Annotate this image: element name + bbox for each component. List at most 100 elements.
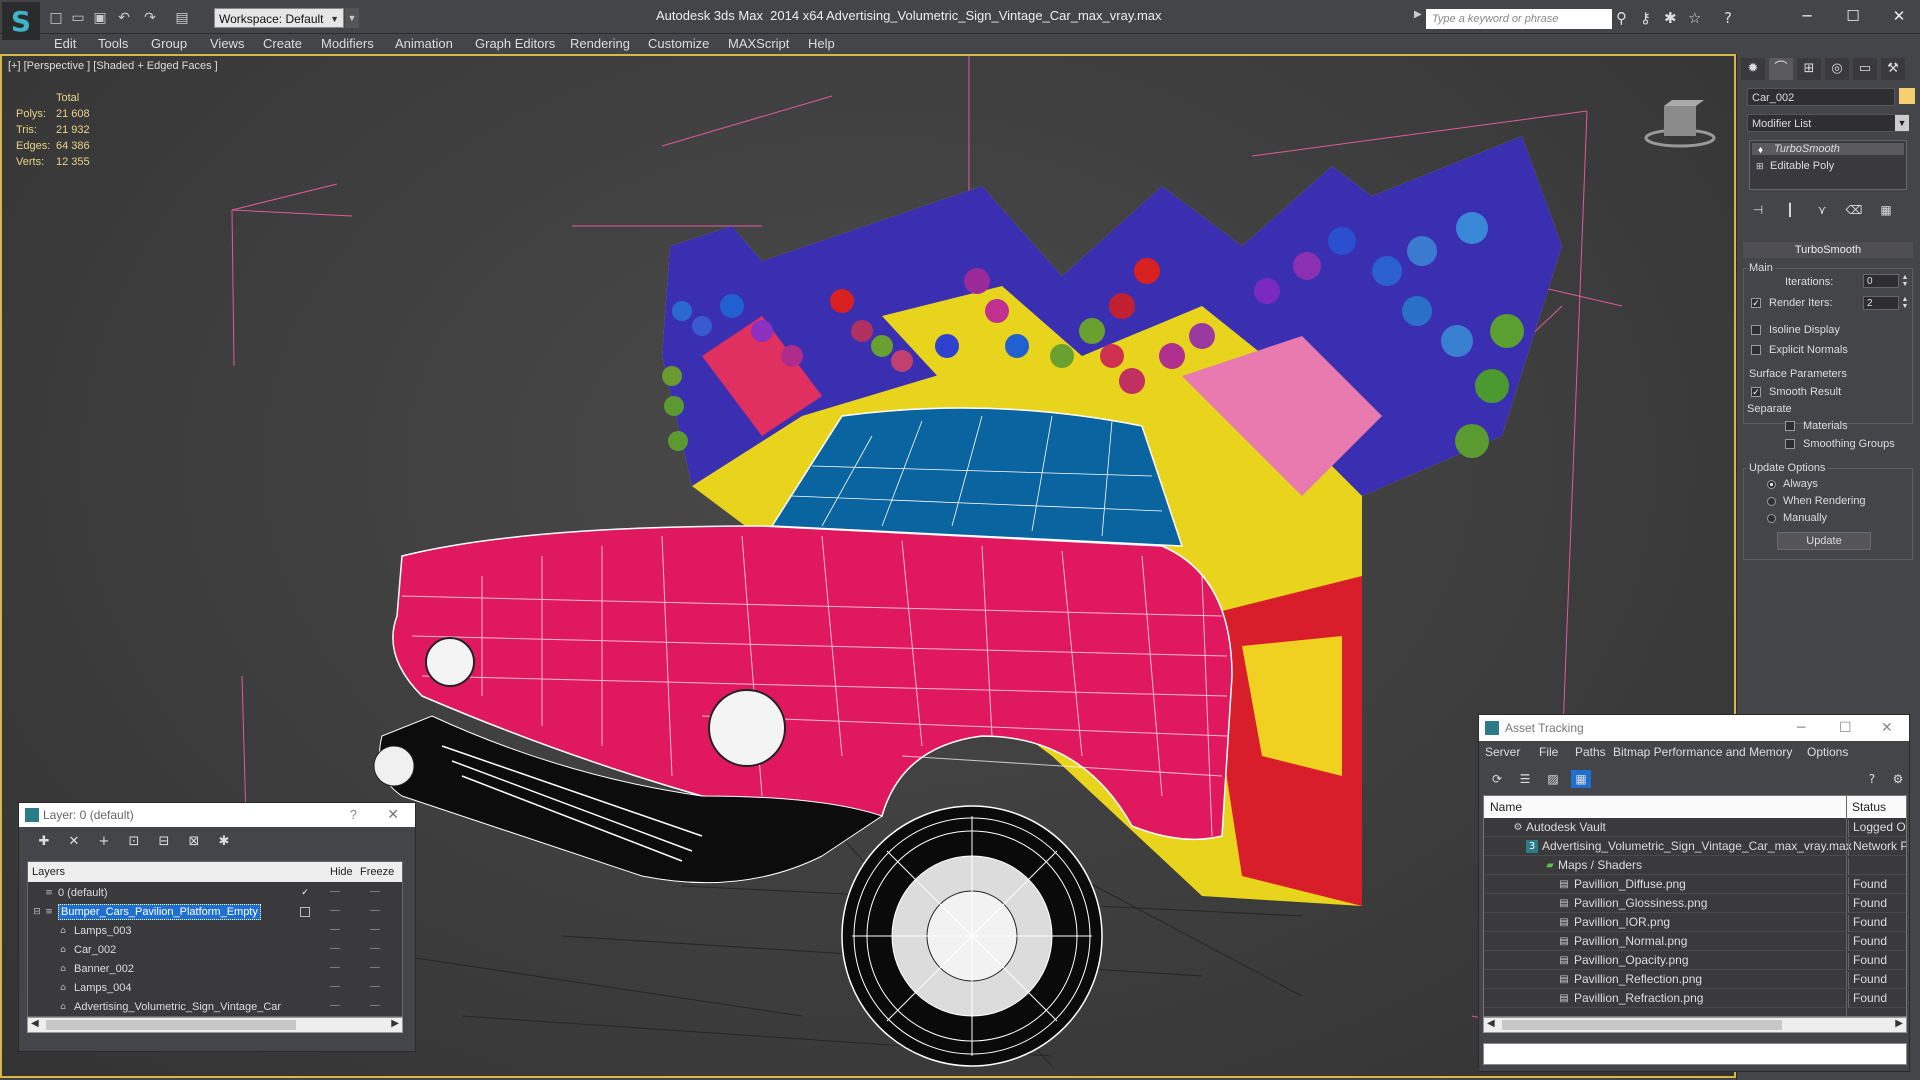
scroll-left-icon[interactable]: ◀	[31, 1018, 39, 1029]
menu-views[interactable]: Views	[210, 36, 244, 51]
hide-all-icon[interactable]: ⊠	[183, 833, 205, 851]
status-column-header[interactable]: Status	[1852, 800, 1886, 814]
save-file-icon[interactable]: ▣	[90, 8, 110, 28]
layer-row[interactable]: ≡ 0 (default) ✓ ‒‒ ‒‒	[28, 884, 402, 903]
set-active-layer-icon[interactable]	[300, 907, 310, 917]
make-unique-icon[interactable]: ⋎	[1811, 200, 1833, 220]
open-file-icon[interactable]: ▭	[68, 8, 88, 28]
asset-row[interactable]: ▤ Pavillion_IOR.png Found	[1484, 913, 1906, 932]
redo-icon[interactable]: ↷	[140, 8, 160, 28]
expand-plus-icon[interactable]: ⊞	[1756, 161, 1764, 172]
always-radio[interactable]	[1767, 480, 1776, 489]
asset-row[interactable]: ▤ Pavillion_Glossiness.png Found	[1484, 894, 1906, 913]
asset-menu-bitmap-performance[interactable]: Bitmap Performance and Memory	[1613, 745, 1792, 759]
hide-toggle[interactable]: ‒‒	[330, 924, 340, 935]
lightbulb-icon[interactable]: ♦	[1758, 145, 1763, 156]
scrollbar-thumb[interactable]	[46, 1020, 296, 1030]
name-column-header[interactable]: Name	[1490, 800, 1522, 814]
binoculars-icon[interactable]: ⚲	[1616, 9, 1627, 27]
highlight-layer-icon[interactable]: ⊟	[153, 833, 175, 851]
asset-menu-server[interactable]: Server	[1485, 745, 1520, 759]
layer-window-titlebar[interactable]: Layer: 0 (default) ? ✕	[19, 803, 415, 827]
search-input[interactable]: Type a keyword or phrase	[1426, 9, 1612, 29]
settings-icon[interactable]: ⚙	[1889, 770, 1907, 788]
freeze-column-header[interactable]: Freeze	[360, 866, 394, 878]
menu-create[interactable]: Create	[263, 36, 302, 51]
display-tab-icon[interactable]: ▭	[1853, 58, 1877, 80]
freeze-toggle[interactable]: ‒‒	[370, 924, 380, 935]
hide-toggle[interactable]: ‒‒	[330, 1000, 340, 1011]
render-iters-spinner[interactable]: 2	[1863, 296, 1899, 310]
menu-tools[interactable]: Tools	[98, 36, 128, 51]
explicit-normals-checkbox[interactable]	[1751, 345, 1761, 355]
collapse-icon[interactable]: ⊟	[32, 907, 42, 917]
scrollbar-thumb[interactable]	[1502, 1020, 1782, 1030]
asset-window-titlebar[interactable]: Asset Tracking ─ ☐ ✕	[1479, 715, 1909, 741]
modifier-list-dropdown[interactable]: Modifier List	[1747, 114, 1909, 132]
close-icon[interactable]: ✕	[387, 803, 399, 827]
asset-row[interactable]: ▤ Pavillion_Opacity.png Found	[1484, 951, 1906, 970]
freeze-all-icon[interactable]: ✱	[213, 833, 235, 851]
asset-row[interactable]: ▰ Maps / Shaders	[1484, 856, 1906, 875]
iterations-spinner[interactable]: 0	[1863, 274, 1899, 288]
asset-row[interactable]: 3 Advertising_Volumetric_Sign_Vintage_Ca…	[1484, 837, 1906, 856]
menu-modifiers[interactable]: Modifiers	[321, 36, 374, 51]
motion-tab-icon[interactable]: ◎	[1825, 58, 1849, 80]
stack-item-editable-poly[interactable]: Editable Poly	[1770, 160, 1834, 172]
smoothing-groups-checkbox[interactable]	[1785, 439, 1795, 449]
close-icon[interactable]: ✕	[1881, 715, 1893, 741]
modifier-stack[interactable]: TurboSmooth ♦ Editable Poly ⊞	[1749, 140, 1907, 190]
asset-row[interactable]: ▤ Pavillion_Refraction.png Found	[1484, 989, 1906, 1008]
hide-toggle[interactable]: ‒‒	[330, 905, 340, 916]
close-icon[interactable]: ✕	[1876, 4, 1920, 28]
workspace-dropdown[interactable]: Workspace: Default ▼	[214, 8, 344, 28]
asset-menu-paths[interactable]: Paths	[1575, 745, 1606, 759]
asset-row[interactable]: ▤ Pavillion_Normal.png Found	[1484, 932, 1906, 951]
exchange-icon[interactable]: ✱	[1664, 9, 1677, 27]
freeze-toggle[interactable]: ‒‒	[370, 905, 380, 916]
hide-toggle[interactable]: ‒‒	[330, 943, 340, 954]
spinner-arrows-icon[interactable]: ▲ ▼	[1901, 296, 1909, 310]
list-view-icon[interactable]: ☰	[1515, 770, 1535, 788]
hide-toggle[interactable]: ‒‒	[330, 962, 340, 973]
when-rendering-radio[interactable]	[1767, 497, 1776, 506]
freeze-toggle[interactable]: ‒‒	[370, 943, 380, 954]
layer-list[interactable]: Layers Hide Freeze ≡ 0 (default) ✓ ‒‒ ‒‒…	[27, 861, 403, 1017]
remove-modifier-icon[interactable]: ⌫	[1843, 200, 1865, 220]
refresh-icon[interactable]: ⟳	[1487, 770, 1507, 788]
menu-graph-editors[interactable]: Graph Editors	[475, 36, 555, 51]
hide-column-header[interactable]: Hide	[330, 866, 353, 878]
layer-row[interactable]: ⌂ Lamps_003 ‒‒ ‒‒	[28, 922, 402, 941]
smooth-result-checkbox[interactable]: ✓	[1751, 387, 1761, 397]
layers-column-header[interactable]: Layers	[32, 866, 65, 878]
hierarchy-tab-icon[interactable]: ⊞	[1797, 58, 1821, 80]
scroll-left-icon[interactable]: ◀	[1487, 1018, 1495, 1029]
asset-row[interactable]: ▤ Pavillion_Diffuse.png Found	[1484, 875, 1906, 894]
asset-menu-options[interactable]: Options	[1807, 745, 1848, 759]
active-layer-check-icon[interactable]: ✓	[300, 888, 310, 898]
search-expand-icon[interactable]: ▶	[1414, 9, 1422, 20]
menu-edit[interactable]: Edit	[54, 36, 76, 51]
undo-icon[interactable]: ↶	[114, 8, 134, 28]
create-layer-icon[interactable]: ✚	[33, 833, 55, 851]
delete-layer-icon[interactable]: ✕	[63, 833, 85, 851]
create-tab-icon[interactable]: ✹	[1741, 58, 1765, 80]
key-icon[interactable]: ⚷	[1640, 9, 1651, 27]
menu-maxscript[interactable]: MAXScript	[728, 36, 789, 51]
layer-row[interactable]: ⌂ Banner_002 ‒‒ ‒‒	[28, 960, 402, 979]
layer-row[interactable]: ⌂ Lamps_004 ‒‒ ‒‒	[28, 979, 402, 998]
hide-toggle[interactable]: ‒‒	[330, 886, 340, 897]
freeze-toggle[interactable]: ‒‒	[370, 1000, 380, 1011]
render-iters-checkbox[interactable]: ✓	[1751, 298, 1761, 308]
maximize-icon[interactable]: ☐	[1839, 715, 1852, 741]
hide-toggle[interactable]: ‒‒	[330, 981, 340, 992]
layer-horizontal-scrollbar[interactable]: ◀ ▶	[27, 1017, 403, 1033]
asset-menu-file[interactable]: File	[1539, 745, 1558, 759]
scroll-right-icon[interactable]: ▶	[391, 1018, 399, 1029]
update-button[interactable]: Update	[1777, 532, 1871, 550]
freeze-toggle[interactable]: ‒‒	[370, 962, 380, 973]
layer-row[interactable]: ⊟ ≡ Bumper_Cars_Pavilion_Platform_Empty …	[28, 903, 402, 922]
menu-help[interactable]: Help	[808, 36, 835, 51]
menu-group[interactable]: Group	[151, 36, 187, 51]
app-logo-icon[interactable]: S	[2, 2, 40, 40]
